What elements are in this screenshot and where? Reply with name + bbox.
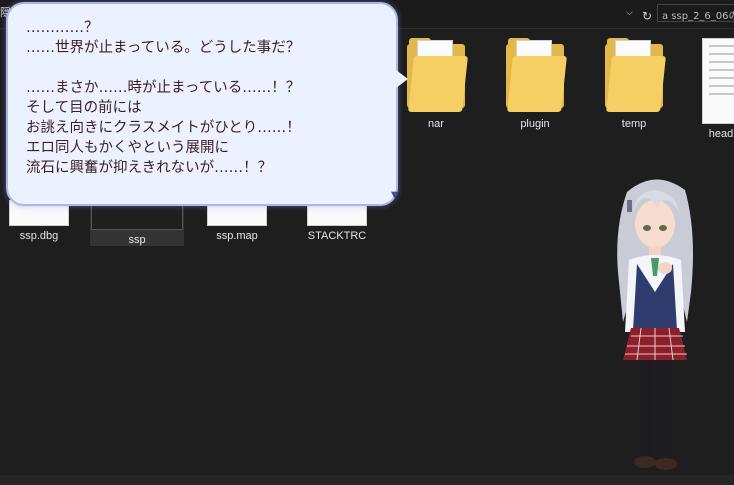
balloon-tail [396, 70, 408, 88]
item-label: head [708, 128, 734, 140]
file-ssp-dbg[interactable]: ssp.dbg [0, 200, 86, 242]
item-label: plugin [520, 118, 550, 130]
file-ssp-map[interactable]: ssp.map [190, 200, 284, 242]
item-label: ssp.dbg [19, 230, 59, 242]
folder-icon [605, 38, 666, 114]
file-ssp[interactable]: ssp [90, 200, 184, 246]
more-arrow-icon[interactable]: ▼ [391, 190, 399, 201]
folder-plugin[interactable]: plugin [488, 38, 582, 130]
item-label: ssp.map [216, 230, 258, 242]
folder-icon [506, 38, 567, 114]
item-label: ssp [128, 234, 146, 246]
search-input[interactable]: a ssp_2_6_06の中 [657, 4, 734, 22]
status-bar [0, 475, 734, 485]
item-label: temp [621, 118, 647, 130]
folder-temp[interactable]: temp [587, 38, 681, 130]
refresh-icon[interactable]: ↻ [642, 9, 652, 23]
file-stacktrc[interactable]: STACKTRC [290, 200, 384, 242]
file-head[interactable]: head [684, 38, 734, 140]
chevron-down-icon[interactable]: ⌵ [626, 8, 633, 18]
balloon-text: …………？ ……世界が止まっている。どうした事だ？ ……まさか……時が止まってい… [26, 20, 301, 176]
item-label: STACKTRC [307, 230, 367, 242]
document-icon [702, 38, 734, 124]
folder-icon [407, 38, 468, 114]
item-label: nar [428, 118, 444, 130]
character-shell[interactable] [605, 172, 705, 476]
speech-balloon[interactable]: …………？ ……世界が止まっている。どうした事だ？ ……まさか……時が止まってい… [6, 2, 399, 206]
